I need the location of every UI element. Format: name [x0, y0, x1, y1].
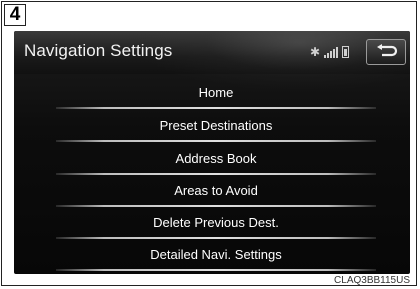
- figure-caption: CLAQ3BB115US: [334, 275, 410, 286]
- menu-item-detailed-navi-settings[interactable]: Detailed Navi. Settings: [56, 243, 376, 271]
- page-title: Navigation Settings: [24, 41, 173, 60]
- back-button[interactable]: [366, 39, 406, 65]
- menu-item-home[interactable]: Home: [56, 81, 376, 109]
- signal-icon: [324, 46, 339, 58]
- battery-icon: [342, 46, 350, 58]
- nav-screen: Navigation Settings ✱ Home Preset Destin…: [14, 31, 410, 274]
- title-bar: Navigation Settings ✱: [14, 31, 410, 91]
- menu-item-delete-previous-dest[interactable]: Delete Previous Dest.: [56, 211, 376, 239]
- return-arrow-icon: [377, 44, 398, 57]
- bluetooth-icon: ✱: [310, 45, 321, 59]
- figure-frame: 4 Navigation Settings ✱ Home Preset Dest…: [1, 1, 417, 286]
- menu-item-areas-to-avoid[interactable]: Areas to Avoid: [56, 179, 376, 207]
- step-number: 4: [4, 4, 26, 26]
- menu-item-preset-destinations[interactable]: Preset Destinations: [56, 114, 376, 142]
- menu-item-address-book[interactable]: Address Book: [56, 147, 376, 175]
- status-icons: ✱: [310, 42, 350, 62]
